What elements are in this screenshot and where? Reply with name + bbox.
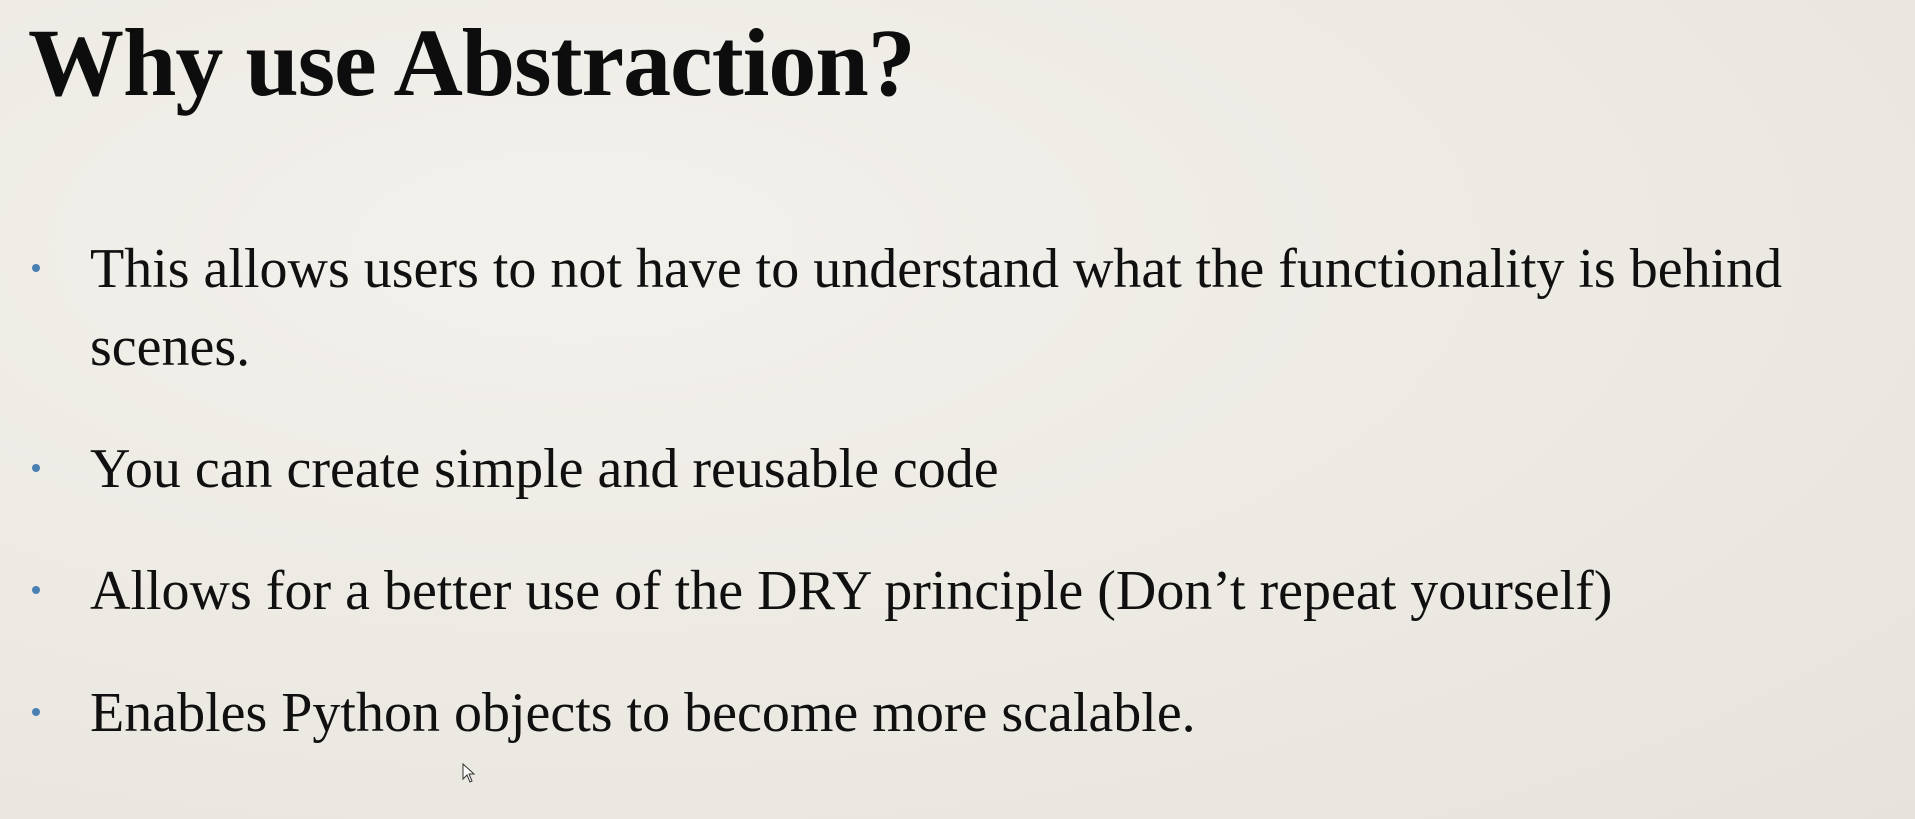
bullet-item: This allows users to not have to underst…	[28, 230, 1898, 386]
bullet-text: You can create simple and reusable code	[90, 438, 999, 500]
mouse-pointer-icon	[462, 763, 476, 783]
bullet-dot-icon	[32, 264, 40, 272]
bullet-text: Allows for a better use of the DRY princ…	[90, 560, 1613, 622]
slide: Why use Abstraction? This allows users t…	[0, 0, 1915, 819]
bullet-text: This allows users to not have to underst…	[90, 238, 1783, 378]
bullet-dot-icon	[32, 708, 40, 716]
bullet-text: Enables Python objects to become more sc…	[90, 682, 1196, 744]
bullet-item: Allows for a better use of the DRY princ…	[28, 552, 1898, 630]
bullet-list: This allows users to not have to underst…	[28, 230, 1898, 752]
bullet-dot-icon	[32, 586, 40, 594]
bullet-item: Enables Python objects to become more sc…	[28, 674, 1898, 752]
bullet-item: You can create simple and reusable code	[28, 430, 1898, 508]
slide-title: Why use Abstraction?	[28, 9, 916, 116]
bullet-dot-icon	[32, 464, 40, 472]
